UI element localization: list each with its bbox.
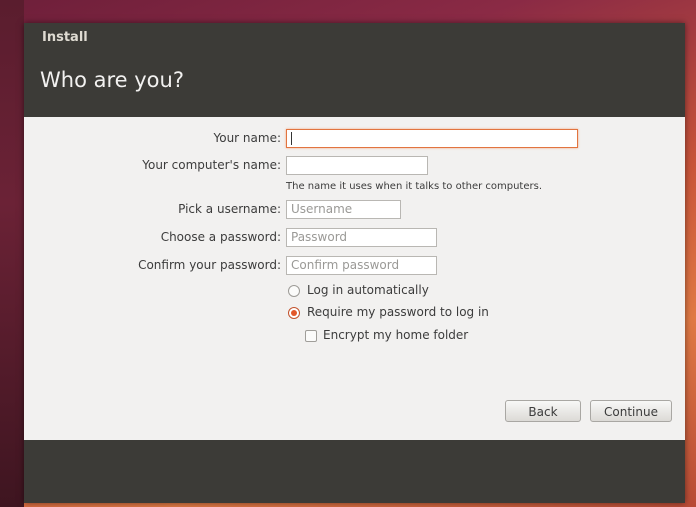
login-automatically-label[interactable]: Log in automatically [307, 283, 429, 297]
encrypt-home-label[interactable]: Encrypt my home folder [323, 328, 468, 342]
username-label: Pick a username: [178, 202, 281, 216]
confirm-password-label: Confirm your password: [138, 258, 281, 272]
require-password-radio[interactable] [288, 307, 300, 319]
computer-name-input[interactable] [286, 156, 428, 175]
page-title: Who are you? [40, 68, 184, 92]
desktop-edge [0, 0, 24, 507]
computer-name-label: Your computer's name: [142, 158, 281, 172]
username-placeholder: Username [291, 202, 353, 216]
window-header: Install Who are you? [24, 23, 685, 117]
confirm-password-placeholder: Confirm password [291, 258, 400, 272]
text-caret [291, 132, 292, 145]
window-title: Install [42, 30, 88, 45]
computer-name-hint: The name it uses when it talks to other … [286, 181, 543, 192]
password-input[interactable]: Password [286, 228, 437, 247]
window-footer [24, 440, 685, 503]
name-input[interactable] [286, 129, 578, 148]
form-area: Your name: Your computer's name: The nam… [24, 117, 685, 440]
password-label: Choose a password: [160, 230, 281, 244]
password-placeholder: Password [291, 230, 348, 244]
back-button[interactable]: Back [505, 400, 581, 422]
encrypt-home-checkbox[interactable] [305, 330, 317, 342]
confirm-password-input[interactable]: Confirm password [286, 256, 437, 275]
require-password-label[interactable]: Require my password to log in [307, 305, 489, 319]
continue-button[interactable]: Continue [590, 400, 672, 422]
name-label: Your name: [213, 131, 281, 145]
login-automatically-radio[interactable] [288, 285, 300, 297]
installer-window: Install Who are you? Your name: Your com… [24, 23, 685, 503]
username-input[interactable]: Username [286, 200, 401, 219]
